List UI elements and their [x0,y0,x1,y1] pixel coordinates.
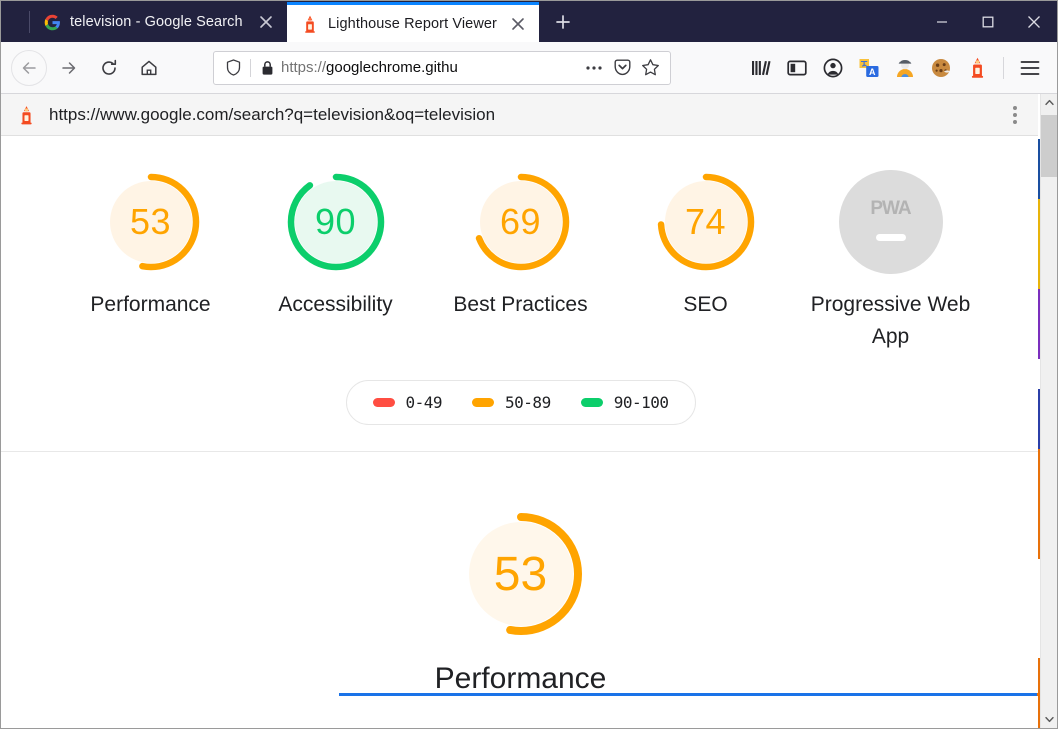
pwa-null-dash [876,234,906,241]
lighthouse-icon [15,105,37,125]
sidebar-icon[interactable] [780,51,814,85]
performance-section-title: Performance [435,662,607,696]
gauge-value: 90 [315,201,356,243]
svg-text:A: A [869,67,876,77]
legend-item-average: 50-89 [472,393,551,412]
gauge-value: 53 [130,201,171,243]
performance-gauge-value: 53 [494,547,547,602]
legend-item-fail: 0-49 [373,393,443,412]
privacy-extension-icon[interactable] [888,51,922,85]
report-menu-icon[interactable] [1002,100,1028,130]
lighthouse-extension-icon[interactable] [960,51,994,85]
gauge-ring: 74 [654,170,758,274]
score-gauges-row: 53 Performance 90 Accessibility [1,170,1040,352]
score-legend-row: 0-49 50-89 90-100 [1,380,1040,425]
url-scheme: https:// [281,59,326,76]
tab-strip-left-spacer [1,1,29,42]
bookmark-star-icon[interactable] [636,54,664,82]
scroll-down-button[interactable] [1041,711,1057,728]
library-icon[interactable] [744,51,778,85]
tab-title: television - Google Search [70,14,253,30]
gauge-label: Performance [90,289,210,321]
score-gauge-seo[interactable]: 74 SEO [613,170,798,321]
app-menu-icon[interactable] [1013,51,1047,85]
pwa-gauge: PWA [839,170,943,274]
legend-range: 90-100 [614,393,669,412]
lock-icon[interactable] [257,60,277,76]
home-button[interactable] [131,50,167,86]
back-button[interactable] [11,50,47,86]
tab-title: Lighthouse Report Viewer [328,16,505,32]
score-gauge-progressive-web-app[interactable]: PWA Progressive Web App [798,170,983,352]
shield-icon[interactable] [222,59,244,76]
lighthouse-icon [301,15,319,33]
gauge-value: 74 [685,201,726,243]
gauge-label: SEO [683,289,727,321]
tab-lighthouse-report-viewer[interactable]: Lighthouse Report Viewer [287,2,539,42]
page-scrollbar[interactable] [1040,94,1057,728]
content-viewport: https://www.google.com/search?q=televisi… [1,94,1057,728]
score-gauge-performance[interactable]: 53 Performance [58,170,243,321]
dot [1013,120,1017,124]
close-icon[interactable] [505,11,531,37]
minimize-button[interactable] [919,1,965,42]
navigation-toolbar: https://googlechrome.githu [1,42,1057,94]
scrollbar-thumb[interactable] [1041,115,1057,177]
gauge-ring: 53 [99,170,203,274]
legend-swatch-green [581,398,603,407]
score-legend: 0-49 50-89 90-100 [346,380,696,425]
pocket-icon[interactable] [608,54,636,82]
url-host: googlechrome.githu [326,59,458,76]
section-accent-rule [339,693,1040,696]
address-bar[interactable]: https://googlechrome.githu [213,51,671,85]
audited-url: https://www.google.com/search?q=televisi… [49,105,495,125]
pwa-label-text: PWA [870,198,910,220]
lighthouse-report-page: https://www.google.com/search?q=televisi… [1,94,1040,728]
translate-extension-icon[interactable]: A [852,51,886,85]
account-icon[interactable] [816,51,850,85]
legend-range: 0-49 [406,393,443,412]
report-header: https://www.google.com/search?q=televisi… [1,94,1040,136]
window-controls [919,1,1057,42]
performance-section: 53 Performance [1,452,1040,696]
browser-window: television - Google Search Lighthouse Re… [0,0,1058,729]
new-tab-button[interactable] [545,2,581,42]
gauge-value: 69 [500,201,541,243]
address-bar-divider [250,59,251,77]
legend-swatch-orange [472,398,494,407]
close-icon[interactable] [253,9,279,35]
scrollbar-track[interactable] [1041,111,1057,711]
performance-gauge: 53 [455,508,587,640]
gauge-label: Accessibility [278,289,392,321]
gauge-label: Best Practices [453,289,587,321]
scroll-up-button[interactable] [1041,94,1057,111]
toolbar-divider [1003,57,1004,79]
legend-item-pass: 90-100 [581,393,669,412]
close-button[interactable] [1011,1,1057,42]
dot [1013,113,1017,117]
reload-button[interactable] [91,50,127,86]
gauge-label: Progressive Web App [798,289,983,352]
score-gauge-best-practices[interactable]: 69 Best Practices [428,170,613,321]
page-actions-icon[interactable] [580,54,608,82]
google-icon [43,13,61,31]
address-bar-text[interactable]: https://googlechrome.githu [277,59,580,76]
legend-range: 50-89 [505,393,551,412]
gauge-ring: 69 [469,170,573,274]
gauge-ring: 90 [284,170,388,274]
page-edge-color-strip [1038,94,1040,728]
forward-button[interactable] [51,50,87,86]
toolbar-extensions: A [744,51,1047,85]
score-gauge-accessibility[interactable]: 90 Accessibility [243,170,428,321]
maximize-button[interactable] [965,1,1011,42]
tab-television-google-search[interactable]: television - Google Search [29,2,287,42]
tab-strip: television - Google Search Lighthouse Re… [1,1,1057,42]
legend-swatch-red [373,398,395,407]
cookie-extension-icon[interactable] [924,51,958,85]
dot [1013,106,1017,110]
scores-section: 53 Performance 90 Accessibility [1,136,1040,452]
